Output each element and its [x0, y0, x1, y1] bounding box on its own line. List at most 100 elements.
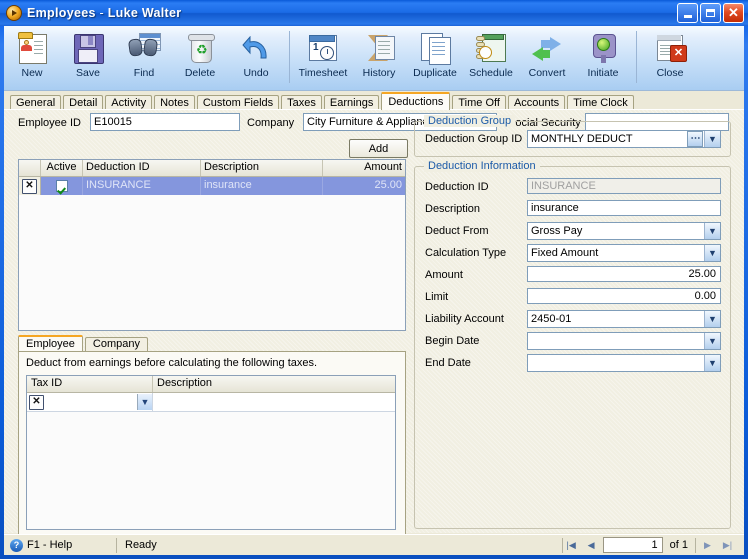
toolbar-label-delete: Delete: [184, 67, 216, 79]
tab-deductions[interactable]: Deductions: [381, 92, 451, 110]
chevron-down-icon[interactable]: ▼: [704, 245, 720, 261]
chevron-down-icon[interactable]: ▼: [704, 333, 720, 349]
tax-grid[interactable]: Tax ID Description ✕ ▼: [26, 375, 396, 530]
deductions-page: Employee ID E10015 Company City Furnitur…: [4, 109, 744, 538]
toolbar-label-save: Save: [76, 67, 100, 79]
deduction-id-label: Deduction ID: [425, 181, 489, 193]
amount-input[interactable]: 25.00: [527, 266, 721, 282]
company-label: Company: [247, 117, 295, 129]
schedule-calendar-clock-icon: [474, 31, 508, 65]
last-record-button[interactable]: ▶|: [719, 538, 736, 553]
tax-description-cell[interactable]: [153, 393, 395, 411]
end-date-select[interactable]: ▼: [527, 354, 721, 372]
column-header-tax-description[interactable]: Description: [153, 376, 395, 392]
tax-table-row[interactable]: ✕ ▼: [27, 393, 395, 412]
toolbar-button-initiate[interactable]: Initiate: [575, 29, 631, 89]
tab-notes[interactable]: Notes: [154, 95, 195, 110]
toolbar-button-delete[interactable]: ♻ Delete: [172, 29, 228, 89]
column-header-description[interactable]: Description: [201, 160, 323, 176]
help-hint[interactable]: ? F1 - Help: [4, 538, 116, 552]
window-client-area: New Save Find ♻ Delete Undo 1 Timesheet …: [4, 26, 744, 555]
calculation-type-value: Fixed Amount: [531, 247, 599, 259]
deduct-from-select[interactable]: Gross Pay ▼: [527, 222, 721, 240]
liability-account-select[interactable]: 2450-01 ▼: [527, 310, 721, 328]
begin-date-select[interactable]: ▼: [527, 332, 721, 350]
active-checkbox[interactable]: [55, 180, 68, 192]
tab-earnings[interactable]: Earnings: [323, 95, 380, 110]
deduction-group-id-label: Deduction Group ID: [425, 133, 523, 145]
row-delete-cell[interactable]: ✕: [19, 177, 41, 195]
sub-tab-list: Employee Company: [18, 335, 150, 351]
tax-delete-row-icon[interactable]: ✕: [29, 394, 44, 410]
tax-id-chevron-down-icon[interactable]: ▼: [137, 394, 152, 410]
toolbar-button-undo[interactable]: Undo: [228, 29, 284, 89]
chevron-down-icon[interactable]: ▼: [704, 311, 720, 327]
liability-account-label: Liability Account: [425, 313, 504, 325]
toolbar-button-history[interactable]: History: [351, 29, 407, 89]
record-number-input[interactable]: 1: [602, 537, 663, 553]
toolbar-button-convert[interactable]: Convert: [519, 29, 575, 89]
status-text: Ready: [125, 539, 157, 551]
description-input[interactable]: insurance: [527, 200, 721, 216]
tab-activity[interactable]: Activity: [105, 95, 153, 110]
delete-row-icon[interactable]: ✕: [22, 178, 37, 194]
column-header-deduction-id[interactable]: Deduction ID: [83, 160, 201, 176]
lookup-ellipsis-icon[interactable]: ⋯: [687, 131, 703, 147]
add-deduction-button[interactable]: Add: [349, 139, 408, 158]
chevron-down-icon[interactable]: ▼: [704, 223, 720, 239]
application-window: Employees - Luke Walter ✕ New Save Find …: [0, 0, 748, 559]
row-amount[interactable]: 25.00: [323, 177, 405, 195]
toolbar-label-timesheet: Timesheet: [298, 67, 348, 79]
undo-arrow-icon: [239, 31, 273, 65]
new-employee-card-icon: [15, 31, 49, 65]
maximize-button[interactable]: [700, 3, 721, 23]
deduction-group-id-select[interactable]: MONTHLY DEDUCT ⋯ ▼: [527, 130, 721, 148]
deductions-grid-header: Active Deduction ID Description Amount: [19, 160, 405, 177]
toolbar-label-new: New: [21, 67, 43, 79]
toolbar-button-close[interactable]: ✕ Close: [642, 29, 698, 89]
column-header-active[interactable]: Active: [41, 160, 83, 176]
description-label: Description: [425, 203, 481, 215]
chevron-down-icon[interactable]: ▼: [704, 131, 720, 147]
toolbar-button-duplicate[interactable]: Duplicate: [407, 29, 463, 89]
tab-detail[interactable]: Detail: [63, 95, 104, 110]
toolbar-button-save[interactable]: Save: [60, 29, 116, 89]
close-document-icon: ✕: [653, 31, 687, 65]
tab-custom-fields[interactable]: Custom Fields: [196, 95, 280, 110]
sub-tab-employee[interactable]: Employee: [18, 335, 83, 351]
status-bar: ? F1 - Help Ready |◀ ◀ 1 of 1 ▶ ▶|: [4, 534, 744, 555]
toolbar-label-undo: Undo: [243, 67, 269, 79]
window-title: Employees - Luke Walter: [27, 6, 181, 20]
row-deduction-id[interactable]: INSURANCE: [83, 177, 201, 195]
minimize-button[interactable]: [677, 3, 698, 23]
recycle-bin-icon: ♻: [183, 31, 217, 65]
calculation-type-select[interactable]: Fixed Amount ▼: [527, 244, 721, 262]
tab-general[interactable]: General: [10, 95, 62, 110]
table-row[interactable]: ✕ INSURANCE insurance 25.00: [19, 177, 405, 195]
next-record-button[interactable]: ▶: [699, 538, 716, 553]
tab-taxes[interactable]: Taxes: [281, 95, 322, 110]
tab-accounts[interactable]: Accounts: [507, 95, 566, 110]
toolbar-button-new[interactable]: New: [4, 29, 60, 89]
previous-record-button[interactable]: ◀: [583, 538, 600, 553]
row-active-cell[interactable]: [41, 177, 83, 195]
employee-id-input[interactable]: E10015: [90, 113, 240, 131]
toolbar-button-schedule[interactable]: Schedule: [463, 29, 519, 89]
first-record-button[interactable]: |◀: [563, 538, 580, 553]
row-description[interactable]: insurance: [201, 177, 323, 195]
column-header-amount[interactable]: Amount: [323, 160, 405, 176]
close-window-button[interactable]: ✕: [723, 3, 744, 23]
column-header-tax-id[interactable]: Tax ID: [27, 376, 153, 392]
deductions-grid[interactable]: Active Deduction ID Description Amount ✕…: [18, 159, 406, 331]
tax-id-cell[interactable]: ✕ ▼: [27, 393, 153, 411]
sub-tab-company[interactable]: Company: [84, 337, 148, 351]
binoculars-icon: [127, 31, 161, 65]
chevron-down-icon[interactable]: ▼: [704, 355, 720, 371]
tax-grid-header: Tax ID Description: [27, 376, 395, 393]
tab-time-clock[interactable]: Time Clock: [567, 95, 634, 110]
tab-time-off[interactable]: Time Off: [452, 95, 506, 110]
app-circle-arrow-icon: [6, 5, 22, 21]
toolbar-button-timesheet[interactable]: 1 Timesheet: [295, 29, 351, 89]
limit-input[interactable]: 0.00: [527, 288, 721, 304]
toolbar-button-find[interactable]: Find: [116, 29, 172, 89]
